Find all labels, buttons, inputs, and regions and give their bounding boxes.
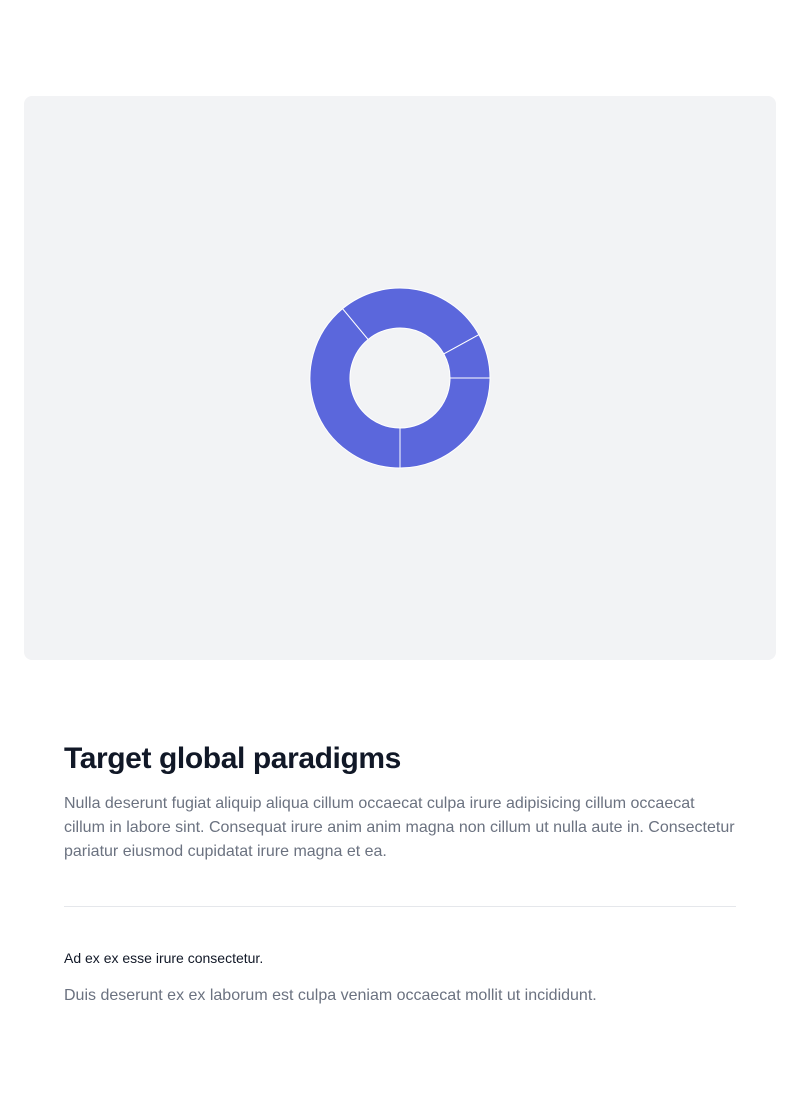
article-section: Target global paradigms Nulla deserunt f… xyxy=(64,740,736,1008)
article-description: Nulla deserunt fugiat aliquip aliqua cil… xyxy=(64,795,735,860)
section-divider xyxy=(64,906,736,907)
donut-slice-2 xyxy=(309,307,401,469)
article-subtext: Duis deserunt ex ex laborum est culpa ve… xyxy=(64,987,597,1004)
chart-panel xyxy=(24,96,776,660)
donut-slice-1 xyxy=(399,377,491,469)
donut-chart xyxy=(309,287,491,469)
article-subheading: Ad ex ex esse irure consectetur. xyxy=(64,950,264,966)
article-title: Target global paradigms xyxy=(64,742,401,775)
